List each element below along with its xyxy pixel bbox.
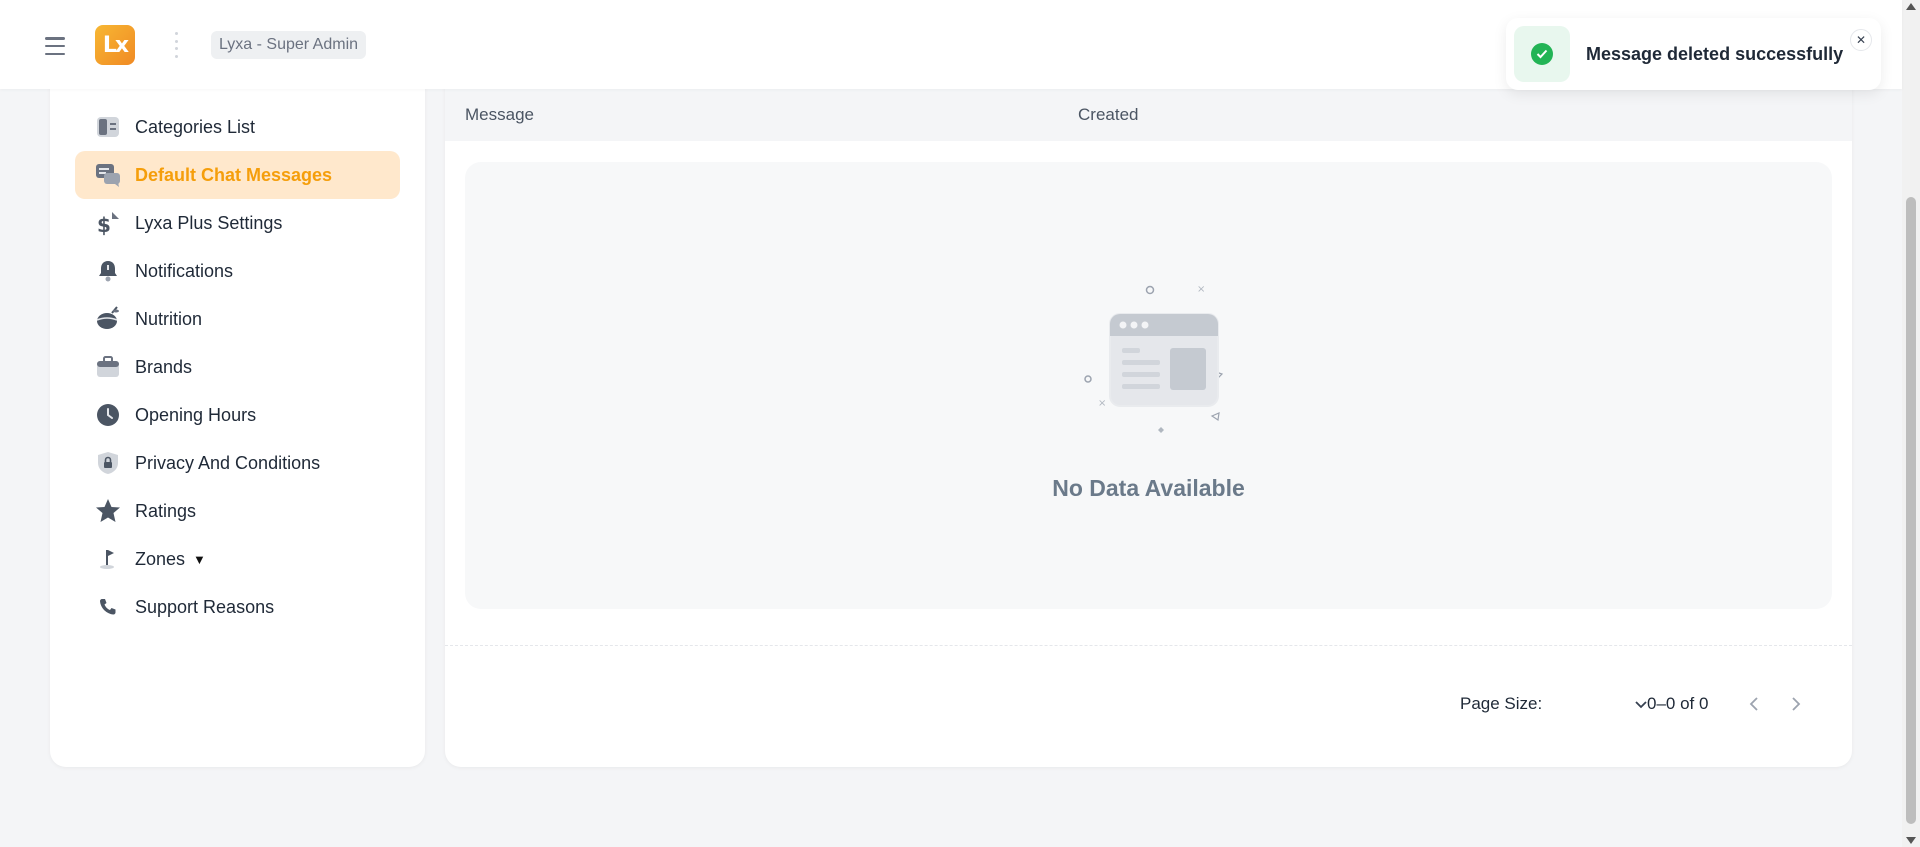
sidebar-item-label: Lyxa Plus Settings	[135, 212, 283, 233]
sidebar-item-label: Default Chat Messages	[135, 164, 333, 185]
toast-message: Message deleted successfully	[1586, 44, 1844, 64]
close-icon: ✕	[1855, 33, 1867, 47]
page-size-label: Page Size:	[1460, 694, 1543, 713]
sidebar-item-label: Opening Hours	[135, 404, 257, 425]
sidebar-item-label: Notifications	[135, 260, 234, 281]
sidebar-item-label: Support Reasons	[135, 596, 275, 617]
table-header: Message Created	[445, 89, 1852, 141]
sidebar-item-label: Privacy And Conditions	[135, 452, 321, 473]
star-icon	[95, 498, 121, 524]
sidebar-item-label: Zones	[135, 548, 186, 569]
vertical-dots-icon	[175, 32, 178, 58]
scroll-down-arrow-icon[interactable]	[1906, 837, 1916, 844]
lock-shield-icon	[95, 450, 121, 476]
sidebar: Categories List Default Chat Messages $ …	[50, 60, 425, 767]
chevron-right-icon	[1792, 697, 1801, 711]
sidebar-nav: Categories List Default Chat Messages $ …	[75, 103, 400, 631]
footer-divider	[445, 645, 1852, 646]
svg-text:×: ×	[1098, 398, 1106, 409]
caret-down-icon[interactable]: ▼	[193, 552, 206, 567]
pagination-range: 0–0 of 0	[1647, 694, 1709, 713]
column-header-created[interactable]: Created	[1078, 89, 1138, 141]
page-scrollbar[interactable]	[1902, 0, 1920, 847]
categories-icon	[95, 114, 121, 140]
scroll-up-arrow-icon[interactable]	[1906, 3, 1916, 10]
toast-close-button[interactable]: ✕	[1850, 29, 1872, 51]
logo-text: Lx	[102, 32, 129, 58]
chevron-left-icon	[1749, 697, 1758, 711]
sidebar-item-brands[interactable]: Brands	[75, 343, 400, 391]
sidebar-item-label: Nutrition	[135, 308, 203, 329]
sidebar-item-label: Brands	[135, 356, 193, 377]
sidebar-item-ratings[interactable]: Ratings	[75, 487, 400, 535]
next-page-button[interactable]	[1782, 690, 1810, 718]
sidebar-item-opening-hours[interactable]: Opening Hours	[75, 391, 400, 439]
sidebar-item-categories-list[interactable]: Categories List	[75, 103, 400, 151]
bell-icon	[95, 258, 121, 284]
sidebar-item-lyxa-plus-settings[interactable]: $ Lyxa Plus Settings	[75, 199, 400, 247]
empty-state-text: No Data Available	[1052, 475, 1245, 501]
dollar-icon: $	[95, 210, 121, 236]
success-toast: Message deleted successfully ✕	[1506, 18, 1881, 90]
phone-icon	[95, 594, 121, 620]
pagination-bar: Page Size: 0–0 of 0	[445, 680, 1852, 730]
clock-icon	[95, 402, 121, 428]
scroll-thumb[interactable]	[1906, 197, 1916, 824]
sidebar-item-notifications[interactable]: Notifications	[75, 247, 400, 295]
chat-icon	[95, 162, 121, 188]
empty-folder-illustration: × ×	[1084, 284, 1224, 433]
sidebar-item-support-reasons[interactable]: Support Reasons	[75, 583, 400, 631]
chevron-down-icon	[1635, 701, 1647, 709]
previous-page-button[interactable]	[1740, 690, 1768, 718]
sidebar-item-zones[interactable]: Zones ▼	[75, 535, 400, 583]
org-label[interactable]: Lyxa - Super Admin	[211, 31, 367, 59]
svg-text:$: $	[97, 213, 111, 236]
briefcase-icon	[95, 354, 121, 380]
menu-icon[interactable]	[45, 37, 65, 55]
app-logo[interactable]: Lx	[95, 25, 135, 65]
success-check-icon	[1514, 26, 1570, 82]
flag-icon	[95, 546, 121, 572]
sidebar-item-privacy-and-conditions[interactable]: Privacy And Conditions	[75, 439, 400, 487]
sidebar-item-default-chat-messages[interactable]: Default Chat Messages	[75, 151, 400, 199]
sidebar-item-label: Ratings	[135, 500, 197, 521]
column-header-message[interactable]: Message	[465, 89, 534, 141]
sidebar-item-nutrition[interactable]: Nutrition	[75, 295, 400, 343]
svg-text:×: ×	[1197, 284, 1205, 295]
messages-table-card: Message Created × × No Data Available Pa…	[445, 60, 1852, 767]
nutrition-icon	[95, 306, 121, 332]
sidebar-item-label: Categories List	[135, 116, 256, 137]
empty-state: × × No Data Available	[465, 162, 1832, 609]
